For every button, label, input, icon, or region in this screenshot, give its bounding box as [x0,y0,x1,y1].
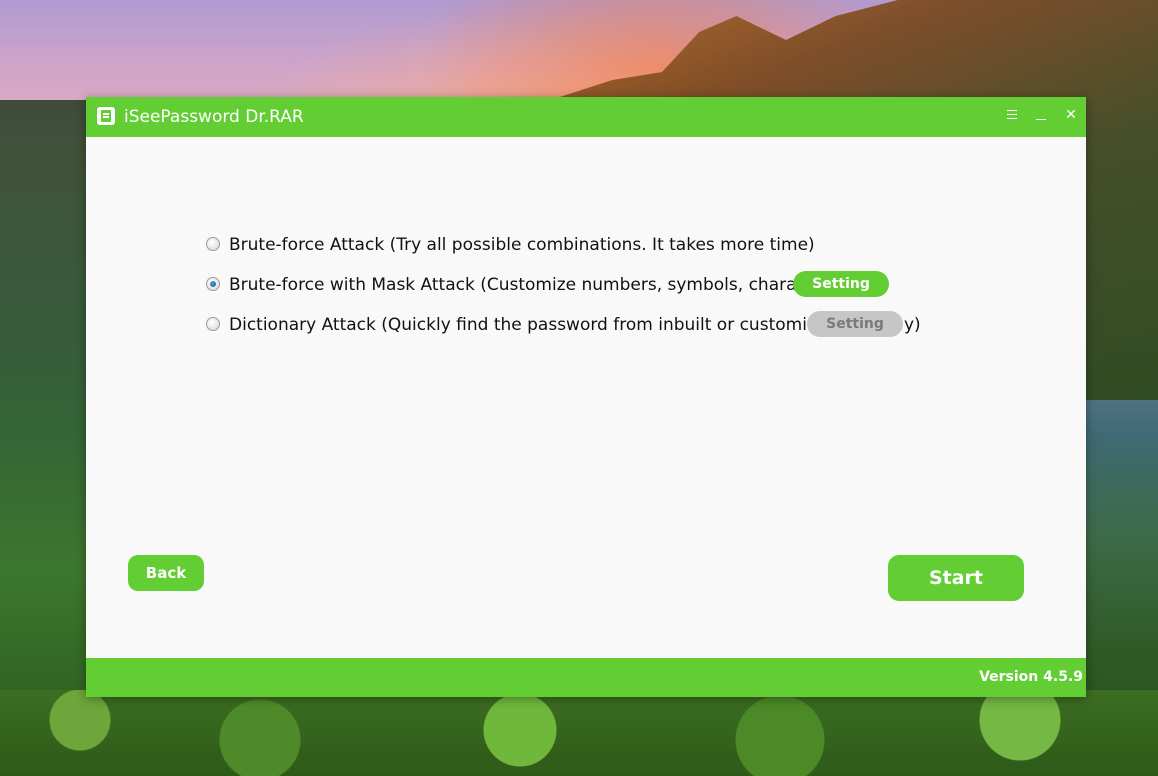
option-dictionary-attack-label-tail: y) [904,315,921,335]
minimize-icon[interactable] [1031,105,1051,125]
rar-document-icon [97,107,115,125]
radio-mask-attack[interactable] [206,277,220,291]
close-icon[interactable]: ✕ [1061,105,1081,125]
radio-brute-force[interactable] [206,237,220,251]
back-button[interactable]: Back [128,555,204,591]
radio-dictionary-attack[interactable] [206,317,220,331]
dictionary-setting-button: Setting [807,311,903,337]
title-bar[interactable]: iSeePassword Dr.RAR ✕ [86,97,1086,137]
option-brute-force-label: Brute-force Attack (Try all possible com… [229,235,815,255]
start-button[interactable]: Start [888,555,1024,601]
attack-options-panel: Brute-force Attack (Try all possible com… [86,137,1086,657]
hamburger-icon[interactable] [1002,105,1022,125]
wallpaper-tree [0,100,90,776]
window-title: iSeePassword Dr.RAR [124,107,304,127]
version-label: Version 4.5.9 [979,669,1083,685]
app-window: iSeePassword Dr.RAR ✕ Brute-force Attack… [86,97,1086,697]
option-mask-attack-label: Brute-force with Mask Attack (Customize … [229,275,795,295]
footer-bar: Version 4.5.9 [86,658,1086,697]
wallpaper-foliage [0,690,1158,776]
mask-setting-button[interactable]: Setting [793,271,889,297]
option-dictionary-attack-label: Dictionary Attack (Quickly find the pass… [229,315,806,335]
